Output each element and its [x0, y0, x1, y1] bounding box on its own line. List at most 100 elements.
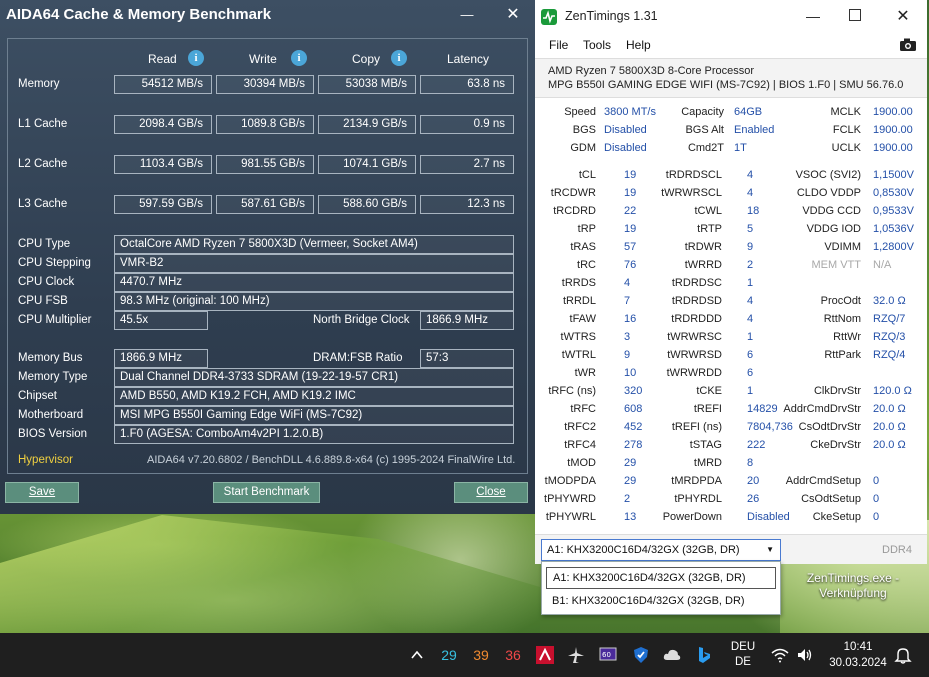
timing-label: tMRDPDA [671, 475, 722, 487]
timing-label: tRDRDSC [671, 277, 722, 289]
info-icon[interactable]: i [291, 50, 307, 66]
l3-write-value: 587.61 GB/s [216, 195, 314, 214]
wifi-icon[interactable] [771, 646, 789, 664]
voltage-label: MEM VTT [811, 259, 862, 271]
timing-label: tPHYRDL [674, 493, 722, 505]
nb-clock-value: 1866.9 MHz [420, 311, 514, 330]
dimm-option[interactable]: A1: KHX3200C16D4/32GX (32GB, DR) [546, 567, 776, 589]
memory-type-label: Memory Type [18, 371, 88, 383]
bios-value: 1.F0 (AGESA: ComboAm4v2PI 1.2.0.B) [114, 425, 514, 444]
chevron-up-icon[interactable] [411, 650, 423, 660]
info-icon[interactable]: i [188, 50, 204, 66]
menu-tools[interactable]: Tools [583, 38, 611, 52]
timing-value: 3 [624, 331, 631, 343]
close-button[interactable]: Close [454, 482, 528, 503]
memory-read-value: 54512 MB/s [114, 75, 212, 94]
volume-icon[interactable] [796, 646, 814, 664]
window-title: ZenTimings 1.31 [565, 9, 658, 23]
timing-label: tRDWR [684, 241, 722, 253]
voltage-value: 1,1500V [873, 169, 914, 181]
clock[interactable]: 10:41 30.03.2024 [823, 633, 893, 677]
airplane-icon[interactable] [567, 646, 585, 664]
timing-label: tREFI [693, 403, 722, 415]
timing-label: tWRWRDD [666, 367, 722, 379]
close-window-button[interactable]: ✕ [893, 6, 913, 26]
timing-value: 8 [747, 457, 754, 469]
minimize-button[interactable]: — [803, 8, 823, 24]
chipset-label: Chipset [18, 390, 57, 402]
cpu-stepping-label: CPU Stepping [18, 257, 91, 269]
row-label-l1: L1 Cache [18, 118, 68, 130]
voltage-label: CLDO VDDP [796, 187, 861, 199]
timing-label: tWR [574, 367, 596, 379]
timing-label: PowerDown [662, 511, 722, 523]
close-window-button[interactable]: ✕ [498, 3, 528, 27]
menu-help[interactable]: Help [626, 38, 651, 52]
l1-copy-value: 2134.9 GB/s [318, 115, 416, 134]
temp-indicator[interactable]: 39 [470, 633, 492, 677]
voltage-label: VDIMM [824, 241, 861, 253]
clock-label: FCLK [832, 124, 861, 136]
bing-icon[interactable] [695, 646, 713, 664]
cloud-icon[interactable] [663, 646, 681, 664]
cpu-clock-label: CPU Clock [18, 276, 75, 288]
hypervisor-label: Hypervisor [18, 454, 73, 466]
column-header-copy: Copy [352, 52, 381, 66]
l3-read-value: 597.59 GB/s [114, 195, 212, 214]
timing-label: tWTRS [560, 331, 596, 343]
dimm-selected-label: A1: KHX3200C16D4/32GX (32GB, DR) [547, 544, 740, 556]
clock-date: 30.03.2024 [829, 657, 887, 669]
notification-bell-icon[interactable] [894, 646, 912, 664]
info-icon[interactable]: i [391, 50, 407, 66]
column-header-latency: Latency [447, 52, 490, 66]
aida64-window: AIDA64 Cache & Memory Benchmark — ✕ Read… [0, 0, 535, 514]
timings-panel: Speed 3800 MT/s Capacity 64GB MCLK 1900.00 BGS… [535, 98, 927, 534]
l1-latency-value: 0.9 ns [420, 115, 514, 134]
title-bar: ZenTimings 1.31 — ✕ [535, 0, 927, 34]
memory-bus-value: 1866.9 MHz [114, 349, 208, 368]
board-info: MPG B550I GAMING EDGE WIFI (MS-7C92) | B… [548, 79, 904, 91]
timing-value: 9 [624, 349, 631, 361]
timing-value: 4 [747, 187, 754, 199]
save-button[interactable]: Save [5, 482, 79, 503]
temp-indicator[interactable]: 36 [502, 633, 524, 677]
input-language[interactable]: DEU DE [728, 633, 758, 677]
voltage-label: ClkDrvStr [813, 385, 861, 397]
timing-value: 1 [747, 385, 754, 397]
minimize-button[interactable]: — [452, 3, 482, 27]
row-label-memory: Memory [18, 78, 60, 90]
timing-label: tSTAG [689, 439, 722, 451]
monitor-app-icon[interactable]: 60 [599, 646, 617, 664]
timing-value: 4 [624, 277, 631, 289]
system-info-header: AMD Ryzen 7 5800X3D 8-Core Processor MPG… [535, 58, 927, 98]
motherboard-value: MSI MPG B550I Gaming Edge WiFi (MS-7C92) [114, 406, 514, 425]
timing-label: tPHYWRL [545, 511, 596, 523]
clock-value: 1900.00 [873, 106, 913, 118]
memory-copy-value: 53038 MB/s [318, 75, 416, 94]
temp-indicator[interactable]: 29 [438, 633, 460, 677]
amd-icon[interactable] [536, 646, 554, 664]
timing-label: Cmd2T [687, 142, 724, 154]
timing-label: tREFI (ns) [671, 421, 722, 433]
voltage-label: CsOdtDrvStr [798, 421, 861, 433]
l2-latency-value: 2.7 ns [420, 155, 514, 174]
maximize-button[interactable] [849, 9, 861, 21]
timing-label: tRDRDSD [671, 295, 722, 307]
desktop-shortcut-label[interactable]: ZenTimings.exe - Verknüpfung [795, 571, 911, 601]
chevron-down-icon: ▼ [766, 545, 774, 554]
clock-value: 1900.00 [873, 142, 913, 154]
row-label-l3: L3 Cache [18, 198, 68, 210]
timing-label: BGS [572, 124, 596, 136]
camera-icon[interactable] [899, 37, 917, 52]
menu-file[interactable]: File [549, 38, 568, 52]
defender-shield-icon[interactable] [632, 646, 650, 664]
zentimings-window: ZenTimings 1.31 — ✕ File Tools Help AMD … [535, 0, 927, 628]
dimm-option[interactable]: B1: KHX3200C16D4/32GX (32GB, DR) [546, 591, 776, 613]
dimm-select[interactable]: A1: KHX3200C16D4/32GX (32GB, DR) ▼ [541, 539, 781, 561]
clock-label: MCLK [830, 106, 861, 118]
start-benchmark-button[interactable]: Start Benchmark [213, 482, 320, 503]
timing-label: tRP [577, 223, 596, 235]
timing-label: tWRWRSC [667, 331, 722, 343]
keyboard-layout: DE [735, 656, 751, 668]
timing-label: tPHYWRD [544, 493, 596, 505]
